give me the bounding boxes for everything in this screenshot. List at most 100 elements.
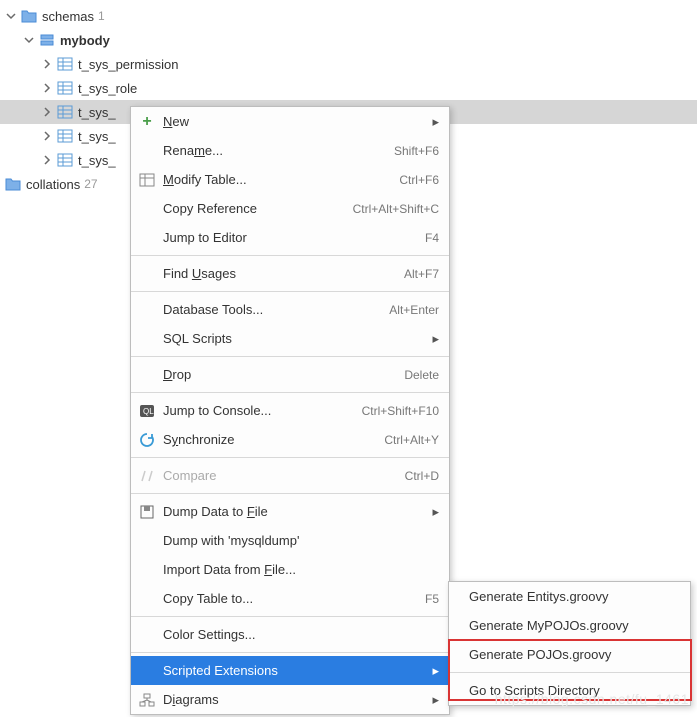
folder-icon — [4, 175, 22, 193]
submenu-goto-scripts[interactable]: Go to Scripts Directory — [449, 676, 690, 705]
chevron-right-icon[interactable] — [40, 129, 54, 143]
menu-sql-scripts[interactable]: SQL Scripts ▸ — [131, 324, 449, 353]
tree-count: 1 — [98, 9, 105, 23]
menu-compare: Compare Ctrl+D — [131, 461, 449, 490]
tree-label: t_sys_ — [78, 129, 116, 144]
menu-find-usages[interactable]: Find Usages Alt+F7 — [131, 259, 449, 288]
menu-separator — [131, 457, 449, 458]
chevron-down-icon[interactable] — [4, 9, 18, 23]
compare-icon — [135, 464, 159, 488]
chevron-right-icon[interactable] — [40, 105, 54, 119]
submenu-generate-entitys[interactable]: Generate Entitys.groovy — [449, 582, 690, 611]
shortcut: Shift+F6 — [394, 144, 439, 158]
table-icon — [56, 55, 74, 73]
table-icon — [56, 79, 74, 97]
tree-label: t_sys_ — [78, 153, 116, 168]
table-icon — [56, 103, 74, 121]
menu-database-tools[interactable]: Database Tools... Alt+Enter — [131, 295, 449, 324]
chevron-down-icon[interactable] — [22, 33, 36, 47]
menu-dump-mysqldump[interactable]: Dump with 'mysqldump' — [131, 526, 449, 555]
menu-separator — [131, 652, 449, 653]
menu-label: Drop — [163, 367, 191, 382]
console-icon: QL — [135, 399, 159, 423]
menu-synchronize[interactable]: Synchronize Ctrl+Alt+Y — [131, 425, 449, 454]
tree-count: 27 — [84, 177, 97, 191]
tree-label: schemas — [42, 9, 94, 24]
menu-new[interactable]: + New ▸ — [131, 107, 449, 136]
shortcut: Alt+Enter — [389, 303, 439, 317]
menu-label: Find Usages — [163, 266, 236, 281]
blank-icon — [135, 262, 159, 286]
tree-node-table[interactable]: t_sys_permission — [0, 52, 697, 76]
submenu-generate-pojos[interactable]: Generate POJOs.groovy — [449, 640, 690, 669]
menu-drop[interactable]: Drop Delete — [131, 360, 449, 389]
menu-label: SQL Scripts — [163, 331, 232, 346]
menu-copy-table[interactable]: Copy Table to... F5 — [131, 584, 449, 613]
chevron-right-icon: ▸ — [432, 114, 439, 130]
menu-jump-console[interactable]: QL Jump to Console... Ctrl+Shift+F10 — [131, 396, 449, 425]
scripted-extensions-submenu: Generate Entitys.groovy Generate MyPOJOs… — [448, 581, 691, 706]
blank-icon — [135, 139, 159, 163]
chevron-right-icon: ▸ — [432, 504, 439, 520]
tree-label: t_sys_permission — [78, 57, 178, 72]
shortcut: Ctrl+Alt+Shift+C — [353, 202, 439, 216]
menu-modify-table[interactable]: Modify Table... Ctrl+F6 — [131, 165, 449, 194]
blank-icon — [135, 298, 159, 322]
menu-label: Modify Table... — [163, 172, 247, 187]
tree-label: t_sys_role — [78, 81, 137, 96]
modify-table-icon — [135, 168, 159, 192]
menu-separator — [131, 356, 449, 357]
menu-label: Import Data from File... — [163, 562, 296, 577]
menu-separator — [449, 672, 690, 673]
blank-icon — [135, 659, 159, 683]
tree-node-schemas[interactable]: schemas 1 — [0, 4, 697, 28]
shortcut: Ctrl+D — [405, 469, 439, 483]
menu-label: Scripted Extensions — [163, 663, 278, 678]
menu-label: Compare — [163, 468, 216, 483]
diagrams-icon — [135, 688, 159, 712]
menu-diagrams[interactable]: Diagrams ▸ — [131, 685, 449, 714]
chevron-right-icon[interactable] — [40, 81, 54, 95]
save-icon — [135, 500, 159, 524]
menu-import-file[interactable]: Import Data from File... — [131, 555, 449, 584]
menu-label: Jump to Console... — [163, 403, 271, 418]
chevron-right-icon: ▸ — [432, 663, 439, 679]
menu-label: Generate POJOs.groovy — [469, 647, 611, 662]
svg-text:QL: QL — [143, 407, 154, 416]
tree-node-table[interactable]: t_sys_role — [0, 76, 697, 100]
menu-rename[interactable]: Rename... Shift+F6 — [131, 136, 449, 165]
blank-icon — [135, 363, 159, 387]
shortcut: F4 — [425, 231, 439, 245]
tree-label: collations — [26, 177, 80, 192]
menu-dump-file[interactable]: Dump Data to File ▸ — [131, 497, 449, 526]
menu-label: Dump Data to File — [163, 504, 268, 519]
menu-label: Generate Entitys.groovy — [469, 589, 608, 604]
menu-label: Copy Reference — [163, 201, 257, 216]
chevron-right-icon[interactable] — [40, 153, 54, 167]
menu-separator — [131, 255, 449, 256]
menu-label: Diagrams — [163, 692, 219, 707]
shortcut: Ctrl+Alt+Y — [384, 433, 439, 447]
menu-label: Generate MyPOJOs.groovy — [469, 618, 629, 633]
menu-copy-reference[interactable]: Copy Reference Ctrl+Alt+Shift+C — [131, 194, 449, 223]
menu-label: Synchronize — [163, 432, 235, 447]
submenu-generate-mypojos[interactable]: Generate MyPOJOs.groovy — [449, 611, 690, 640]
menu-jump-editor[interactable]: Jump to Editor F4 — [131, 223, 449, 252]
menu-label: Database Tools... — [163, 302, 263, 317]
menu-color-settings[interactable]: Color Settings... — [131, 620, 449, 649]
folder-icon — [20, 7, 38, 25]
chevron-right-icon[interactable] — [40, 57, 54, 71]
menu-label: Go to Scripts Directory — [469, 683, 600, 698]
menu-label: Jump to Editor — [163, 230, 247, 245]
tree-node-database[interactable]: mybody — [0, 28, 697, 52]
tree-label: mybody — [60, 33, 110, 48]
table-icon — [56, 127, 74, 145]
sync-icon — [135, 428, 159, 452]
menu-separator — [131, 392, 449, 393]
chevron-right-icon: ▸ — [432, 692, 439, 708]
menu-scripted-extensions[interactable]: Scripted Extensions ▸ — [131, 656, 449, 685]
blank-icon — [135, 623, 159, 647]
blank-icon — [135, 529, 159, 553]
table-icon — [56, 151, 74, 169]
blank-icon — [135, 327, 159, 351]
